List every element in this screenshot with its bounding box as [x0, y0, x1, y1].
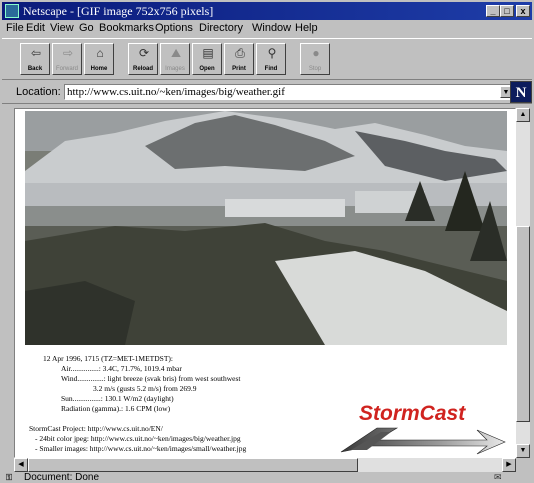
stormcast-logo: StormCast [340, 402, 506, 455]
weather-radiation-line: Radiation (gamma).: 1.6 CPM (low) [61, 404, 171, 413]
stormcast-logo-text: StormCast [359, 402, 466, 425]
project-jpeg-line: - 24bit color jpeg: http://www.cs.uit.no… [35, 434, 241, 443]
menu-edit[interactable]: Edit [26, 22, 45, 34]
back-button[interactable]: ⇦ Back [20, 43, 50, 75]
print-icon: ⎙ [235, 46, 245, 60]
weather-wind-line: Wind..............: light breeze (svak b… [61, 374, 241, 383]
location-input[interactable]: http://www.cs.uit.no/~ken/images/big/wea… [64, 84, 514, 100]
scroll-right-arrow-icon[interactable]: ▶ [502, 458, 516, 472]
maximize-button[interactable]: □ [500, 5, 514, 17]
project-small-line: - Smaller images: http://www.cs.uit.no/~… [35, 444, 247, 453]
forward-button[interactable]: ⇨ Forward [52, 43, 82, 75]
project-url-line: StormCast Project: http://www.cs.uit.no/… [29, 424, 163, 433]
images-icon: ⛰ [170, 46, 182, 60]
status-bar: ⚿ Document: Done ✉ [2, 472, 532, 483]
project-links: StormCast Project: http://www.cs.uit.no/… [29, 424, 246, 454]
title-bar: Netscape - [GIF image 752x756 pixels] _ … [2, 2, 532, 20]
location-bar: Location: http://www.cs.uit.no/~ken/imag… [2, 80, 532, 104]
content-area: 12 Apr 1996, 1715 (TZ=MET-1METDST): Air.… [14, 108, 516, 458]
mail-icon[interactable]: ✉ [494, 472, 502, 483]
menu-view[interactable]: View [50, 22, 74, 34]
netscape-app-icon[interactable] [5, 4, 19, 18]
weather-webcam-photo [25, 111, 507, 345]
menu-bookmarks[interactable]: Bookmarks [99, 22, 154, 34]
status-text: Document: Done [24, 472, 100, 483]
find-button[interactable]: ⚲ Find [256, 43, 286, 75]
home-icon: ⌂ [96, 46, 104, 60]
weather-air-line: Air...............: 3.4C, 71.7%, 1019.4 … [61, 364, 182, 373]
scroll-left-arrow-icon[interactable]: ◀ [14, 458, 28, 472]
weather-date-line: 12 Apr 1996, 1715 (TZ=MET-1METDST): [43, 354, 173, 363]
images-button[interactable]: ⛰ Images [160, 43, 190, 75]
horizontal-scroll-thumb[interactable] [28, 458, 358, 472]
scroll-up-arrow-icon[interactable]: ▲ [516, 108, 530, 122]
open-button[interactable]: ▤ Open [192, 43, 222, 75]
forward-arrow-icon: ⇨ [62, 46, 74, 60]
stop-icon: ● [312, 46, 320, 60]
scroll-down-arrow-icon[interactable]: ▼ [516, 444, 530, 458]
menu-options[interactable]: Options [155, 22, 193, 34]
netscape-logo[interactable]: N [510, 81, 532, 103]
vertical-scrollbar[interactable]: ▲ ▼ [516, 108, 530, 458]
weather-report: 12 Apr 1996, 1715 (TZ=MET-1METDST): Air.… [43, 354, 240, 414]
weather-sun-line: Sun...............: 130.1 W/m2 (daylight… [61, 394, 174, 403]
security-key-icon: ⚿ [6, 473, 13, 482]
vertical-scroll-thumb[interactable] [516, 226, 530, 422]
home-button[interactable]: ⌂ Home [84, 43, 114, 75]
menu-file[interactable]: File [6, 22, 24, 34]
menu-bar: File Edit View Go Bookmarks Options Dire… [2, 21, 532, 37]
close-button[interactable]: x [516, 5, 530, 17]
reload-button[interactable]: ⟳ Reload [128, 43, 158, 75]
menu-directory[interactable]: Directory [199, 22, 243, 34]
print-button[interactable]: ⎙ Print [224, 43, 254, 75]
toolbar: ⇦ Back ⇨ Forward ⌂ Home ⟳ Reload ⛰ Image… [2, 38, 532, 80]
location-url: http://www.cs.uit.no/~ken/images/big/wea… [67, 86, 285, 98]
location-label: Location: [16, 86, 61, 98]
menu-go[interactable]: Go [79, 22, 94, 34]
menu-window[interactable]: Window [252, 22, 291, 34]
back-arrow-icon: ⇦ [30, 46, 42, 60]
window-title: Netscape - [GIF image 752x756 pixels] [23, 4, 214, 18]
minimize-button[interactable]: _ [486, 5, 500, 17]
open-icon: ▤ [202, 46, 214, 60]
find-binoculars-icon: ⚲ [267, 46, 277, 60]
weather-wind-detail-line: 3.2 m/s (gusts 5.2 m/s) from 269.9 [93, 384, 197, 393]
menu-help[interactable]: Help [295, 22, 318, 34]
stop-button[interactable]: ● Stop [300, 43, 330, 75]
horizontal-scrollbar[interactable]: ◀ ▶ [14, 458, 516, 472]
reload-icon: ⟳ [138, 46, 150, 60]
